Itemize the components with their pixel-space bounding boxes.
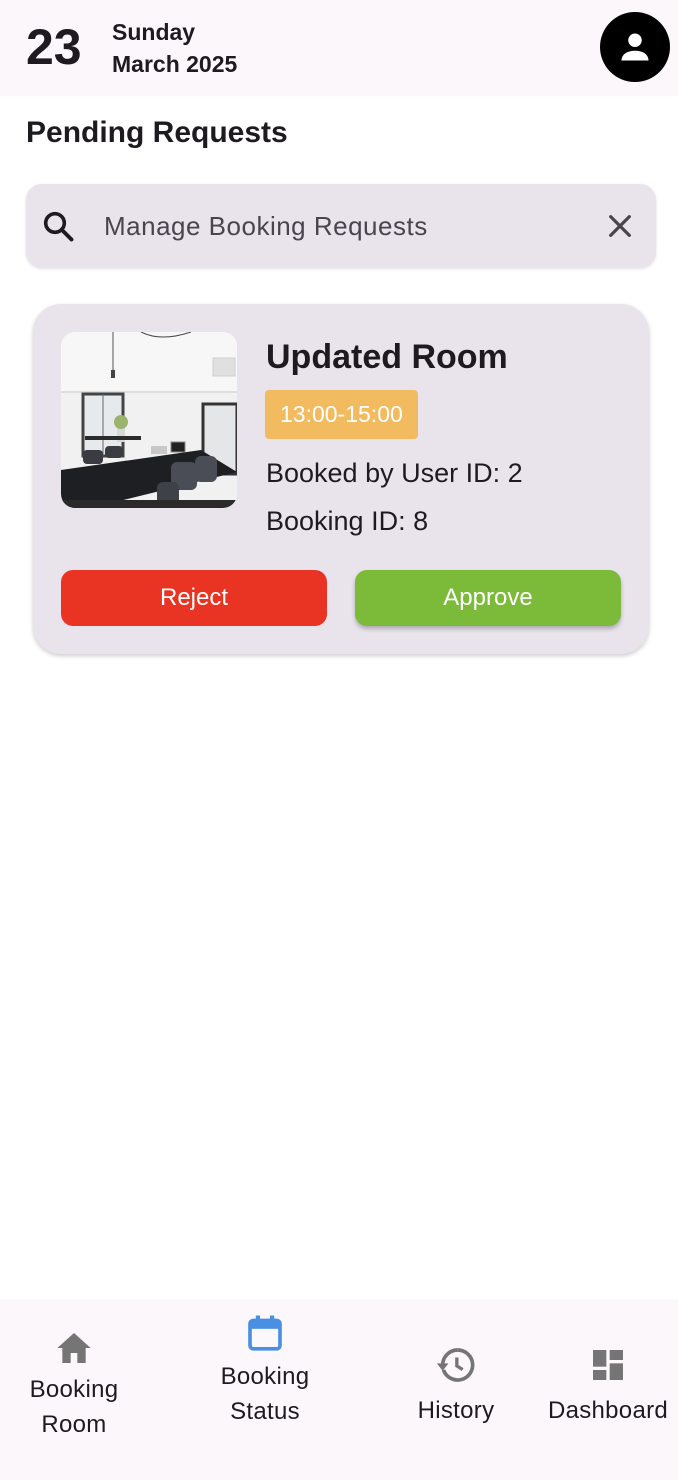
day-name: Sunday xyxy=(112,19,196,45)
nav-label-booking-room-line1: Booking xyxy=(29,1376,119,1403)
time-slot-badge: 13:00-15:00 xyxy=(265,390,418,439)
booked-by-text: Booked by User ID: 2 xyxy=(266,458,523,488)
history-icon xyxy=(436,1348,475,1382)
nav-label-booking-status-line2: Status xyxy=(230,1398,300,1425)
nav-label-history: History xyxy=(417,1397,495,1424)
nav-label-booking-status-line1: Booking xyxy=(220,1363,310,1390)
month-year: March 2025 xyxy=(112,51,238,77)
calendar-icon xyxy=(248,1315,282,1351)
reject-button[interactable]: Reject xyxy=(61,570,327,626)
nav-item-booking-room[interactable]: Booking Room xyxy=(14,1299,134,1480)
nav-label-dashboard: Dashboard xyxy=(547,1397,669,1424)
nav-item-dashboard[interactable]: Dashboard xyxy=(540,1299,676,1480)
nav-item-history[interactable]: History xyxy=(396,1299,516,1480)
bottom-navigation: Booking Room Booking Status History Dash… xyxy=(0,1299,678,1480)
person-icon xyxy=(621,33,649,61)
search-bar xyxy=(26,184,656,268)
search-icon xyxy=(43,211,74,242)
nav-item-booking-status[interactable]: Booking Status xyxy=(205,1299,325,1480)
day-number: 23 xyxy=(26,19,82,75)
room-photo xyxy=(61,332,237,508)
room-name: Updated Room xyxy=(266,338,508,376)
booking-request-card: Updated Room 13:00-15:00 Booked by User … xyxy=(33,304,649,654)
nav-label-booking-room-line2: Room xyxy=(41,1411,107,1438)
booking-id-text: Booking ID: 8 xyxy=(266,506,429,536)
date-header: 23 Sunday March 2025 xyxy=(0,0,678,96)
search-input[interactable] xyxy=(104,202,574,250)
home-icon xyxy=(57,1333,91,1363)
approve-button[interactable]: Approve xyxy=(355,570,621,626)
dashboard-icon xyxy=(593,1350,623,1380)
profile-avatar-button[interactable] xyxy=(600,12,670,82)
page-title: Pending Requests xyxy=(26,116,288,149)
room-photo-illustration xyxy=(61,332,237,508)
clear-search-icon[interactable] xyxy=(604,210,636,242)
